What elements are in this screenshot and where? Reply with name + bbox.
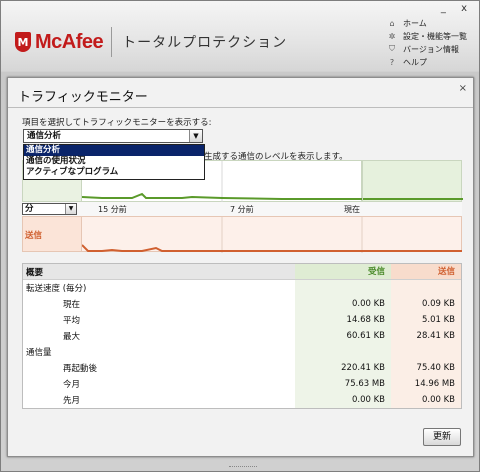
tick-15min: 15 分前 xyxy=(98,205,127,214)
send-line xyxy=(81,217,462,253)
traffic-monitor-dialog: トラフィックモニター × 項目を選択してトラフィックモニターを表示する: 通信分… xyxy=(7,77,474,457)
resize-grip[interactable] xyxy=(229,466,257,470)
row-receive: 0.00 KB xyxy=(295,296,391,312)
gear-icon: ✲ xyxy=(388,31,396,41)
dialog-title: トラフィックモニター xyxy=(18,90,148,105)
nav-help[interactable]: ? ヘルプ xyxy=(385,56,467,68)
table-header: 概要 受信 送信 xyxy=(23,264,461,280)
nav-home-label: ホーム xyxy=(403,18,427,28)
time-unit-value: 分 xyxy=(25,204,34,214)
option-active-programs[interactable]: アクティブなプログラム xyxy=(24,167,204,178)
instruction-text: 項目を選択してトラフィックモニターを表示する: xyxy=(22,118,212,128)
row-receive: 14.68 KB xyxy=(295,312,391,328)
refresh-button[interactable]: 更新 xyxy=(423,428,461,446)
chevron-down-icon[interactable]: ▼ xyxy=(189,130,202,142)
row-label: 平均 xyxy=(63,316,81,326)
row-receive xyxy=(295,280,391,296)
app-window: _ x M McAfee トータルプロテクション ⌂ ホーム ✲ 設定・機能等一… xyxy=(0,0,480,472)
shield-icon: ⛉ xyxy=(389,44,395,53)
table-row: 平均 14.68 KB 5.01 KB xyxy=(23,312,461,328)
nav-settings[interactable]: ✲ 設定・機能等一覧 xyxy=(385,30,467,42)
header-send: 送信 xyxy=(391,264,461,279)
top-nav: ⌂ ホーム ✲ 設定・機能等一覧 ⛉ バージョン情報 ? ヘルプ xyxy=(385,17,467,69)
nav-settings-label: 設定・機能等一覧 xyxy=(403,31,467,41)
brand-divider xyxy=(111,27,113,57)
table-row: 通信量 xyxy=(23,344,461,360)
title-bar: _ x M McAfee トータルプロテクション ⌂ ホーム ✲ 設定・機能等一… xyxy=(1,1,479,71)
row-send: 14.96 MB xyxy=(391,376,461,392)
table-row: 最大 60.61 KB 28.41 KB xyxy=(23,328,461,344)
mcafee-logo: M McAfee トータルプロテクション xyxy=(15,27,287,57)
product-name: トータルプロテクション xyxy=(122,35,288,51)
row-send: 0.00 KB xyxy=(391,392,461,408)
view-dropdown-list: 通信分析 通信の使用状況 アクティブなプログラム xyxy=(23,144,205,180)
send-legend-panel: 送信 xyxy=(22,216,82,252)
table-row: 現在 0.00 KB 0.09 KB xyxy=(23,296,461,312)
row-receive: 220.41 KB xyxy=(295,360,391,376)
send-plot xyxy=(81,216,462,253)
mcafee-shield-icon: M xyxy=(15,32,31,52)
time-unit-select[interactable]: 分 ▼ xyxy=(22,203,77,215)
table-row: 先月 0.00 KB 0.00 KB xyxy=(23,392,461,408)
row-label: 最大 xyxy=(63,332,81,342)
receive-right-panel xyxy=(362,160,463,202)
nav-version[interactable]: ⛉ バージョン情報 xyxy=(385,43,467,55)
tick-7min: 7 分前 xyxy=(230,205,254,214)
window-controls[interactable]: _ x xyxy=(441,3,473,14)
row-send: 28.41 KB xyxy=(391,328,461,344)
row-label: 先月 xyxy=(63,396,81,406)
option-traffic-analysis[interactable]: 通信分析 xyxy=(24,145,204,156)
row-receive: 75.63 MB xyxy=(295,376,391,392)
summary-table: 概要 受信 送信 転送速度 (毎分) 現在 0.00 KB 0.09 KB 平均… xyxy=(22,263,462,409)
row-label: 通信量 xyxy=(26,348,52,358)
row-send xyxy=(391,344,461,360)
row-send: 0.09 KB xyxy=(391,296,461,312)
row-send: 75.40 KB xyxy=(391,360,461,376)
send-label: 送信 xyxy=(25,231,43,241)
nav-help-label: ヘルプ xyxy=(403,57,427,67)
table-row: 再起動後 220.41 KB 75.40 KB xyxy=(23,360,461,376)
header-summary: 概要 xyxy=(26,267,44,278)
nav-version-label: バージョン情報 xyxy=(403,44,459,54)
row-send xyxy=(391,280,461,296)
close-icon[interactable]: × xyxy=(459,83,467,94)
row-label: 今月 xyxy=(63,380,81,390)
option-traffic-usage[interactable]: 通信の使用状況 xyxy=(24,156,204,167)
row-label: 現在 xyxy=(63,300,81,310)
nav-home[interactable]: ⌂ ホーム xyxy=(385,17,467,29)
row-receive xyxy=(295,344,391,360)
row-label: 再起動後 xyxy=(63,364,98,374)
help-icon: ? xyxy=(389,57,395,67)
view-select[interactable]: 通信分析 ▼ xyxy=(23,129,203,143)
row-send: 5.01 KB xyxy=(391,312,461,328)
row-receive: 60.61 KB xyxy=(295,328,391,344)
table-row: 今月 75.63 MB 14.96 MB xyxy=(23,376,461,392)
time-axis: 分 ▼ 15 分前 7 分前 現在 xyxy=(22,202,462,216)
tick-now: 現在 xyxy=(344,205,360,214)
table-row: 転送速度 (毎分) xyxy=(23,280,461,296)
title-divider xyxy=(8,107,473,108)
header-receive: 受信 xyxy=(295,264,391,279)
row-label: 転送速度 (毎分) xyxy=(26,284,87,294)
home-icon: ⌂ xyxy=(389,18,395,28)
view-select-value: 通信分析 xyxy=(27,131,62,141)
chevron-down-icon[interactable]: ▼ xyxy=(65,204,76,214)
brand-name: McAfee xyxy=(35,30,104,53)
row-receive: 0.00 KB xyxy=(295,392,391,408)
